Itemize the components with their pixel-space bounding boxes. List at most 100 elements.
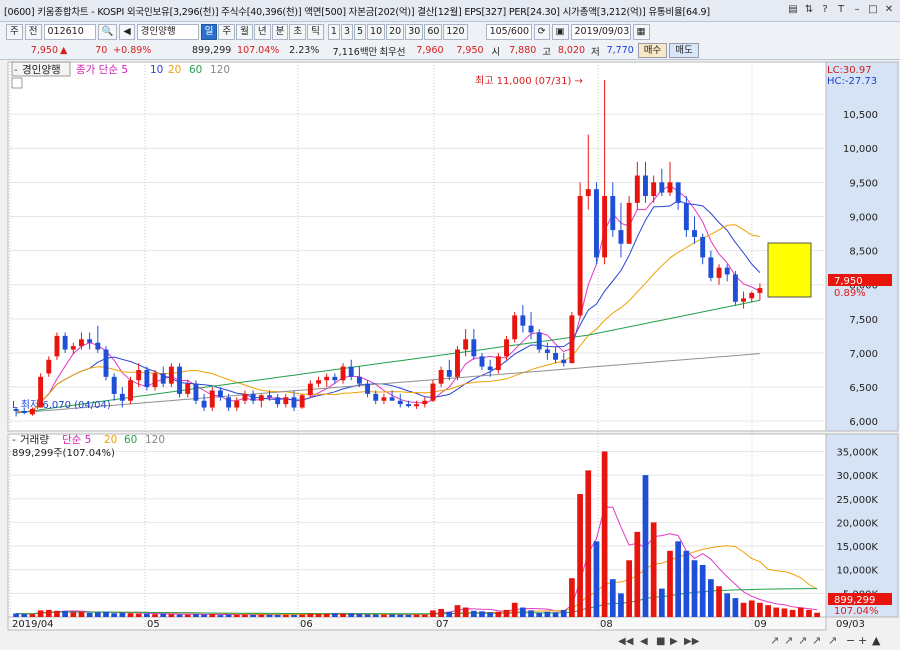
volume-bar — [160, 613, 167, 617]
volume-legend-dash: - — [12, 434, 16, 446]
low-label: 저 — [591, 46, 600, 58]
candle-body — [610, 196, 616, 231]
volume-bar — [225, 614, 232, 617]
candle-body — [692, 230, 697, 237]
candle-body — [226, 397, 232, 408]
volume-tick-label: 20,000K — [836, 518, 878, 529]
stock-chart[interactable]: 6,0006,5007,0007,5008,0008,5009,0009,500… — [0, 60, 900, 650]
candle-body — [455, 349, 460, 377]
volume-bar — [332, 613, 338, 617]
date-field[interactable]: 2019/09/03 — [570, 24, 631, 40]
volume-current-tag-text: 899,299 — [834, 595, 875, 606]
interval-tab-3[interactable]: 3 — [340, 24, 353, 40]
candle-body — [667, 182, 673, 193]
volume-value: 899,299 — [192, 45, 232, 56]
period-tab-5[interactable]: 초 — [289, 24, 307, 40]
period-tab-3[interactable]: 년 — [253, 24, 271, 40]
candle-body — [757, 288, 763, 293]
interval-tab-5[interactable]: 5 — [354, 24, 367, 40]
code-input[interactable]: 012610 — [43, 24, 96, 40]
prev-button[interactable]: 전 — [24, 24, 42, 40]
nav-draw-icon-1[interactable]: ↗ — [770, 634, 779, 647]
volume-bar — [708, 579, 714, 617]
ask-price: 7,960 — [416, 45, 444, 56]
window-link-icon[interactable]: ⇅ — [802, 3, 816, 17]
price-tick-label: 9,000 — [849, 212, 878, 223]
nav-draw-icon-3[interactable]: ↗ — [798, 634, 807, 647]
calendar-icon[interactable]: ▦ — [632, 24, 650, 40]
zoom-minus-icon[interactable]: − — [846, 634, 855, 647]
nav-draw-icon-5[interactable]: ↗ — [828, 634, 837, 647]
candle-body — [136, 370, 142, 381]
volume-bar — [413, 614, 420, 617]
volume-bar — [299, 614, 306, 617]
buy-button[interactable]: 매수 — [637, 43, 668, 58]
volume-info: 899,299주(107.04%) — [12, 448, 115, 459]
volume-bar — [667, 550, 673, 617]
candle-body — [356, 376, 362, 384]
volume-tick-label: 30,000K — [836, 471, 878, 482]
nav-draw-icon-4[interactable]: ↗ — [812, 634, 821, 647]
lc-label: LC:30.97 — [827, 65, 872, 76]
period-tab-0[interactable]: 일 — [200, 24, 218, 40]
window-help-icon[interactable]: ? — [818, 3, 832, 17]
search-icon[interactable]: 🔍 — [97, 24, 118, 40]
interval-tab-20[interactable]: 20 — [386, 24, 405, 40]
zoom-plus-icon[interactable]: + — [858, 634, 867, 647]
candle-body — [504, 339, 509, 357]
interval-tab-30[interactable]: 30 — [405, 24, 424, 40]
refresh-icon[interactable]: ⟳ — [533, 24, 550, 40]
volume-legend-ma120: 120 — [145, 434, 165, 446]
volume-bar — [135, 613, 142, 617]
candle-body — [70, 346, 76, 350]
window-menu-icon[interactable]: ▤ — [786, 3, 800, 17]
candle-body — [95, 342, 101, 350]
volume-tick-label: 35,000K — [836, 447, 878, 458]
price-tick-label: 8,500 — [849, 247, 878, 258]
pane-grid-icon[interactable] — [11, 77, 23, 89]
period-tab-1[interactable]: 주 — [218, 24, 236, 40]
period-tab-4[interactable]: 분 — [271, 24, 289, 40]
candle-body — [520, 315, 526, 326]
chart-type-select[interactable]: 주 — [6, 24, 23, 40]
candle-body — [716, 267, 722, 278]
stop-icon[interactable]: ■ — [656, 636, 665, 647]
candle-body — [250, 393, 256, 401]
volume-bar — [291, 614, 297, 617]
volume-bar — [282, 614, 289, 617]
speaker-icon[interactable]: ◀ — [119, 24, 135, 40]
candle-body — [381, 397, 387, 401]
volume-bar — [397, 614, 404, 617]
candle-body — [103, 349, 109, 377]
window-maximize-icon[interactable]: □ — [866, 3, 880, 17]
volume-bar — [585, 470, 592, 617]
interval-tab-1[interactable]: 1 — [327, 24, 340, 40]
first-icon[interactable]: ◀◀ — [618, 636, 634, 647]
candle-body — [700, 236, 706, 258]
zoom-fit-icon[interactable]: ▲ — [872, 634, 881, 647]
period-tab-6[interactable]: 틱 — [307, 24, 324, 40]
window-minimize-icon[interactable]: – — [850, 3, 864, 17]
candle-body — [258, 395, 264, 401]
last-icon[interactable]: ▶▶ — [684, 636, 700, 647]
volume-pct-tag: 107.04% — [834, 606, 879, 617]
next-icon[interactable]: ▶ — [670, 636, 678, 647]
interval-tab-10[interactable]: 10 — [367, 24, 386, 40]
window-pin-icon[interactable]: T — [834, 3, 848, 17]
prev-icon[interactable]: ◀ — [640, 636, 648, 647]
interval-tab-120[interactable]: 120 — [443, 24, 468, 40]
price-change-pct: +0.89% — [113, 45, 152, 56]
current-price-tag-text: 7,950 — [834, 276, 863, 287]
nav-draw-icon-2[interactable]: ↗ — [784, 634, 793, 647]
count-field[interactable]: 105/600 — [485, 24, 532, 40]
volume-bar — [37, 610, 44, 617]
save-icon[interactable]: ▣ — [551, 24, 569, 40]
sell-button[interactable]: 매도 — [669, 43, 699, 58]
volume-bar — [430, 610, 436, 617]
period-tab-2[interactable]: 월 — [236, 24, 253, 40]
volume-bar — [111, 613, 118, 617]
window-close-icon[interactable]: ✕ — [882, 3, 896, 17]
interval-tab-60[interactable]: 60 — [424, 24, 443, 40]
candle-body — [365, 383, 371, 394]
volume-bar — [520, 607, 526, 617]
